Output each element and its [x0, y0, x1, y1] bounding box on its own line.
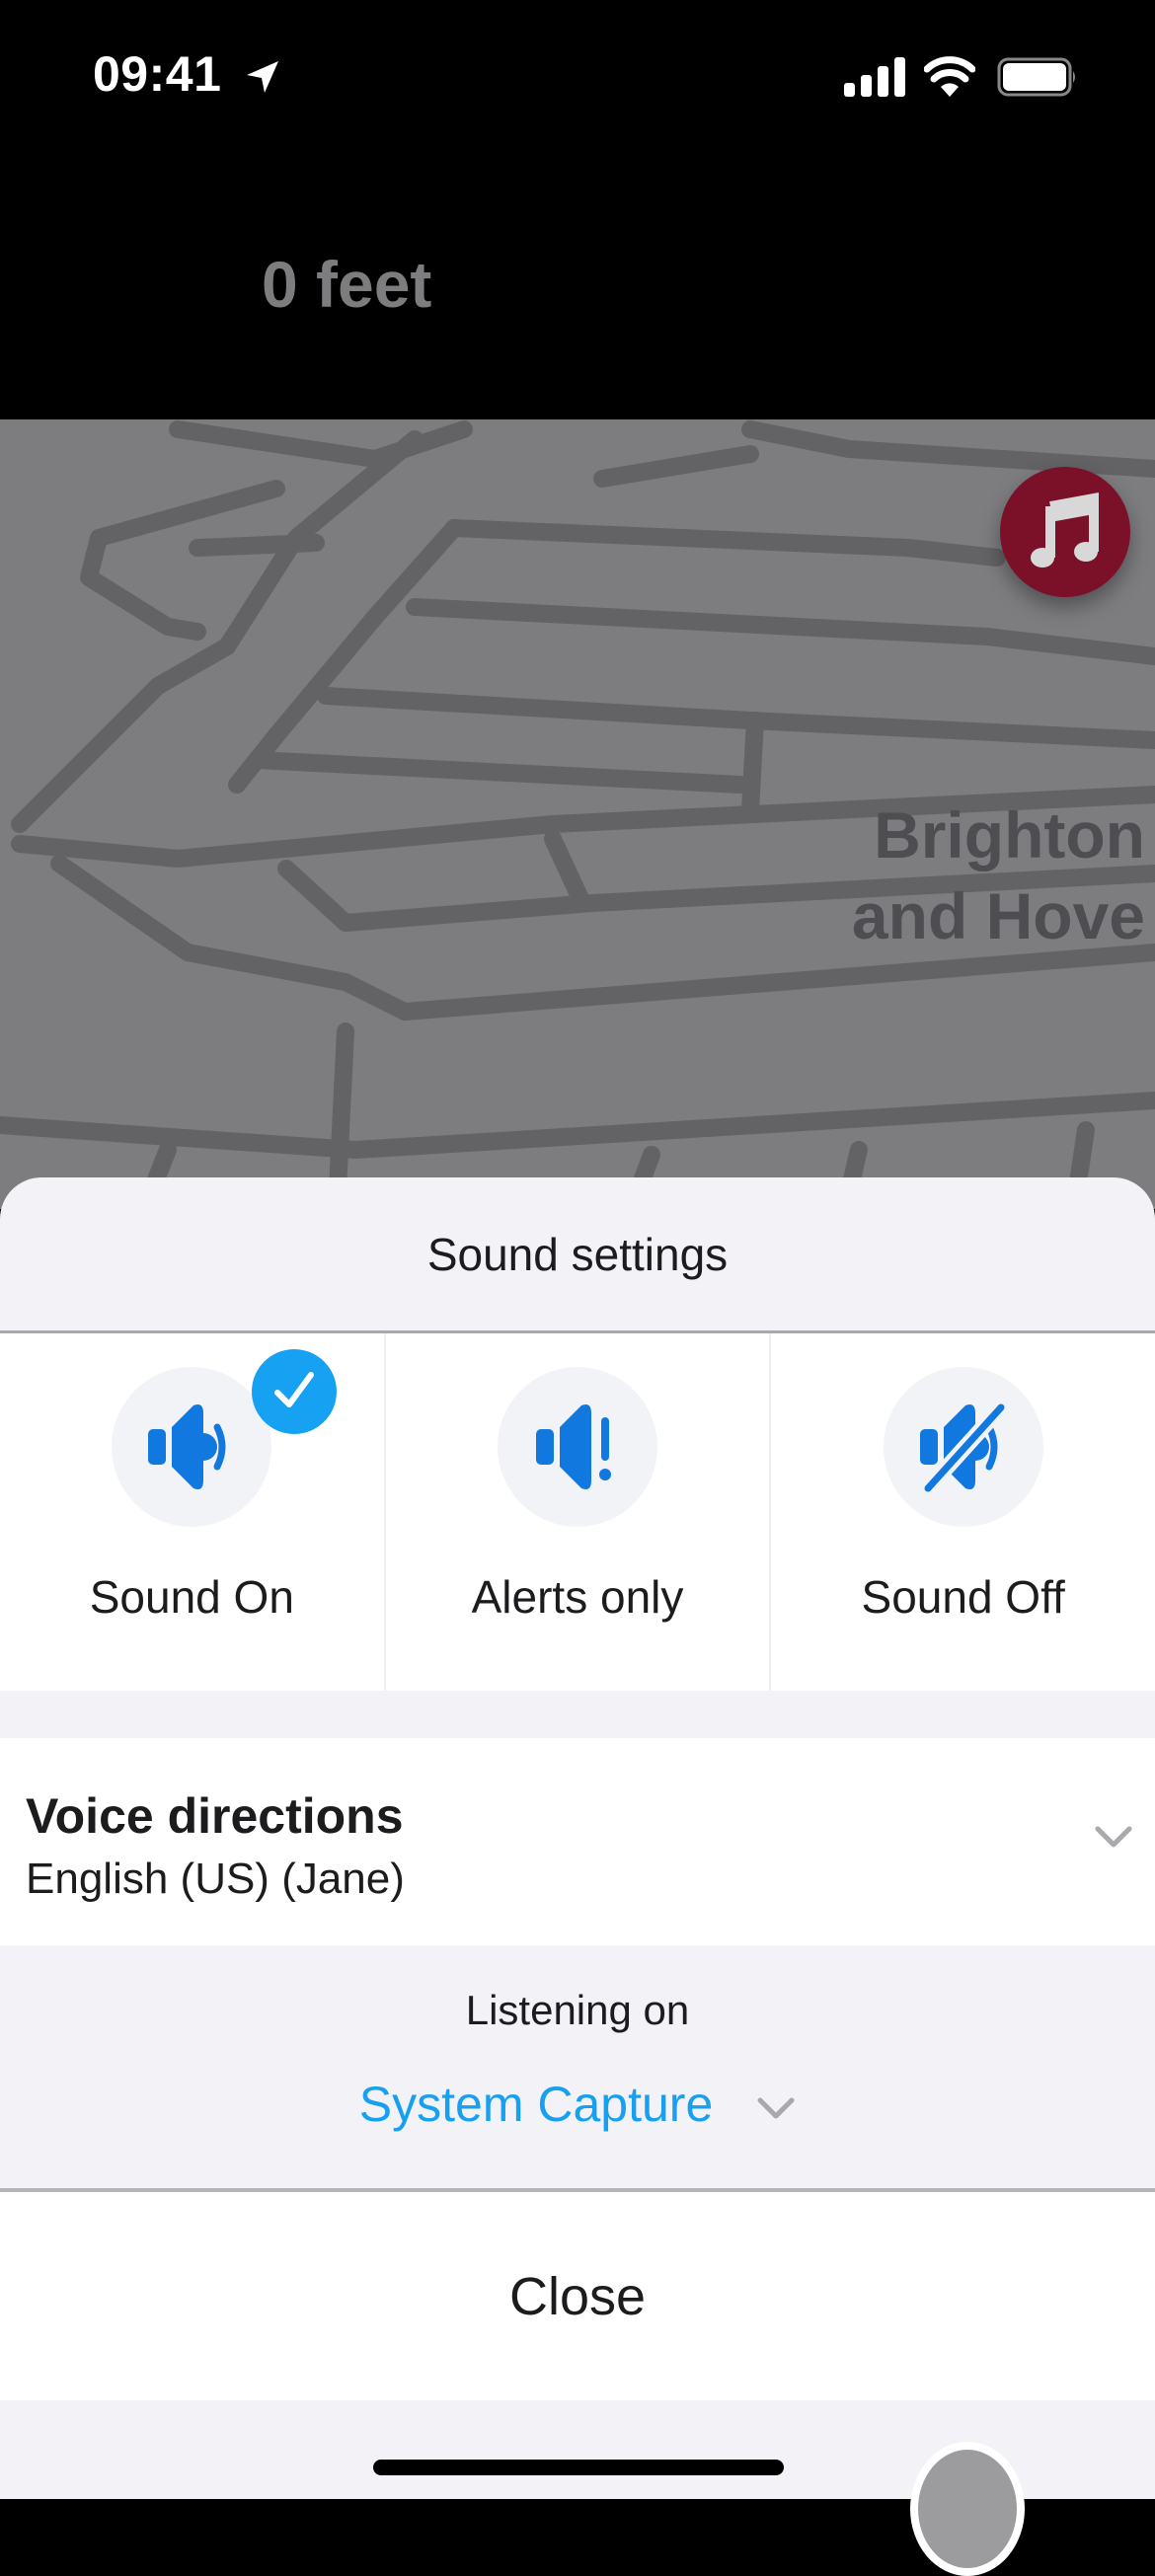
speaker-on-icon	[148, 1404, 226, 1489]
voice-directions-value: English (US) (Jane)	[26, 1855, 405, 1903]
sound-options: Sound On Alerts only Sound Off	[0, 1333, 1155, 1691]
option-label: Sound On	[89, 1571, 294, 1623]
listening-on-label: Listening on	[465, 1987, 690, 2033]
wifi-icon	[924, 56, 975, 97]
city-label: Brighton and Hove	[851, 798, 1145, 952]
option-icon-circle	[883, 1367, 1043, 1527]
navigation-header: 0 feet	[0, 148, 1155, 419]
floating-bubble[interactable]	[910, 2442, 1025, 2576]
selected-check-badge	[252, 1349, 337, 1434]
option-icon-circle	[498, 1367, 657, 1527]
chevron-down-icon	[757, 2097, 795, 2119]
status-bar: 09:41	[0, 0, 1155, 148]
sheet-title: Sound settings	[0, 1177, 1155, 1333]
option-label: Alerts only	[471, 1571, 684, 1623]
chevron-down-icon	[1095, 1826, 1132, 1848]
speaker-muted-icon	[919, 1400, 1009, 1496]
option-label: Sound Off	[861, 1571, 1065, 1623]
home-indicator[interactable]	[373, 2460, 784, 2475]
checkmark-icon	[274, 1372, 314, 1407]
option-sound-on[interactable]: Sound On	[0, 1333, 386, 1691]
close-button[interactable]: Close	[0, 2188, 1155, 2400]
option-icon-circle	[112, 1367, 272, 1527]
audio-device-value: System Capture	[358, 2077, 714, 2132]
music-note-icon	[1031, 492, 1099, 568]
option-sound-off[interactable]: Sound Off	[771, 1333, 1155, 1691]
music-button[interactable]	[1000, 467, 1130, 597]
battery-icon	[997, 57, 1075, 97]
voice-directions-title: Voice directions	[26, 1788, 404, 1844]
cellular-signal-icon	[844, 57, 905, 97]
speaker-alert-icon	[536, 1404, 611, 1489]
location-arrow-icon	[247, 61, 278, 93]
close-label: Close	[508, 2266, 647, 2326]
voice-directions-row[interactable]: Voice directions English (US) (Jane)	[0, 1738, 1155, 1945]
map-view[interactable]: Brighton and Hove	[0, 419, 1155, 1209]
sound-settings-sheet: Sound settings Sound On Alerts only Soun…	[0, 1177, 1155, 2499]
distance-readout: 0 feet	[262, 248, 432, 321]
status-time: 09:41	[93, 46, 222, 102]
audio-device-selector[interactable]: System Capture	[0, 2076, 1155, 2133]
option-alerts-only[interactable]: Alerts only	[386, 1333, 772, 1691]
